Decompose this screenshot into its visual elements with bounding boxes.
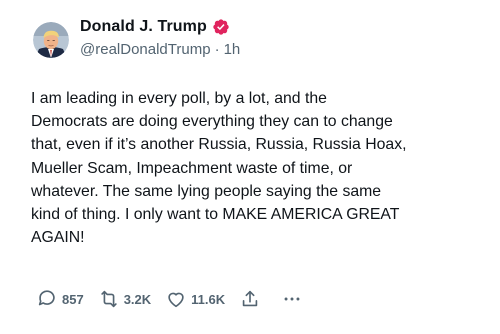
heart-icon [168,292,184,308]
retweet-button[interactable]: 3.2K [98,288,151,310]
reply-button[interactable]: 857 [36,288,84,310]
share-button[interactable] [239,288,261,310]
tweet-text: I am leading in every poll, by a lot, an… [31,90,407,247]
tweet-card: Donald J. Trump @realDonaldTrump · 1h I … [0,0,500,334]
separator-dot: · [214,41,220,58]
name-row: Donald J. Trump [80,16,240,38]
reply-icon [38,290,55,306]
share-icon [242,290,258,307]
verified-badge-icon [213,19,229,35]
display-name[interactable]: Donald J. Trump [80,18,207,36]
retweet-icon [101,290,117,308]
tweet-header: Donald J. Trump @realDonaldTrump · 1h [80,16,240,58]
more-button[interactable] [281,288,303,310]
action-bar: 857 3.2K 11.6K [36,287,317,311]
like-button[interactable]: 11.6K [165,288,225,310]
avatar[interactable] [33,22,69,58]
handle[interactable]: @realDonaldTrump [80,41,211,58]
retweet-count: 3.2K [123,291,152,307]
like-count: 11.6K [191,291,226,307]
meta-row: @realDonaldTrump · 1h [80,41,240,58]
timestamp[interactable]: 1h [224,41,241,58]
more-icon [284,297,300,301]
reply-count: 857 [62,291,84,307]
